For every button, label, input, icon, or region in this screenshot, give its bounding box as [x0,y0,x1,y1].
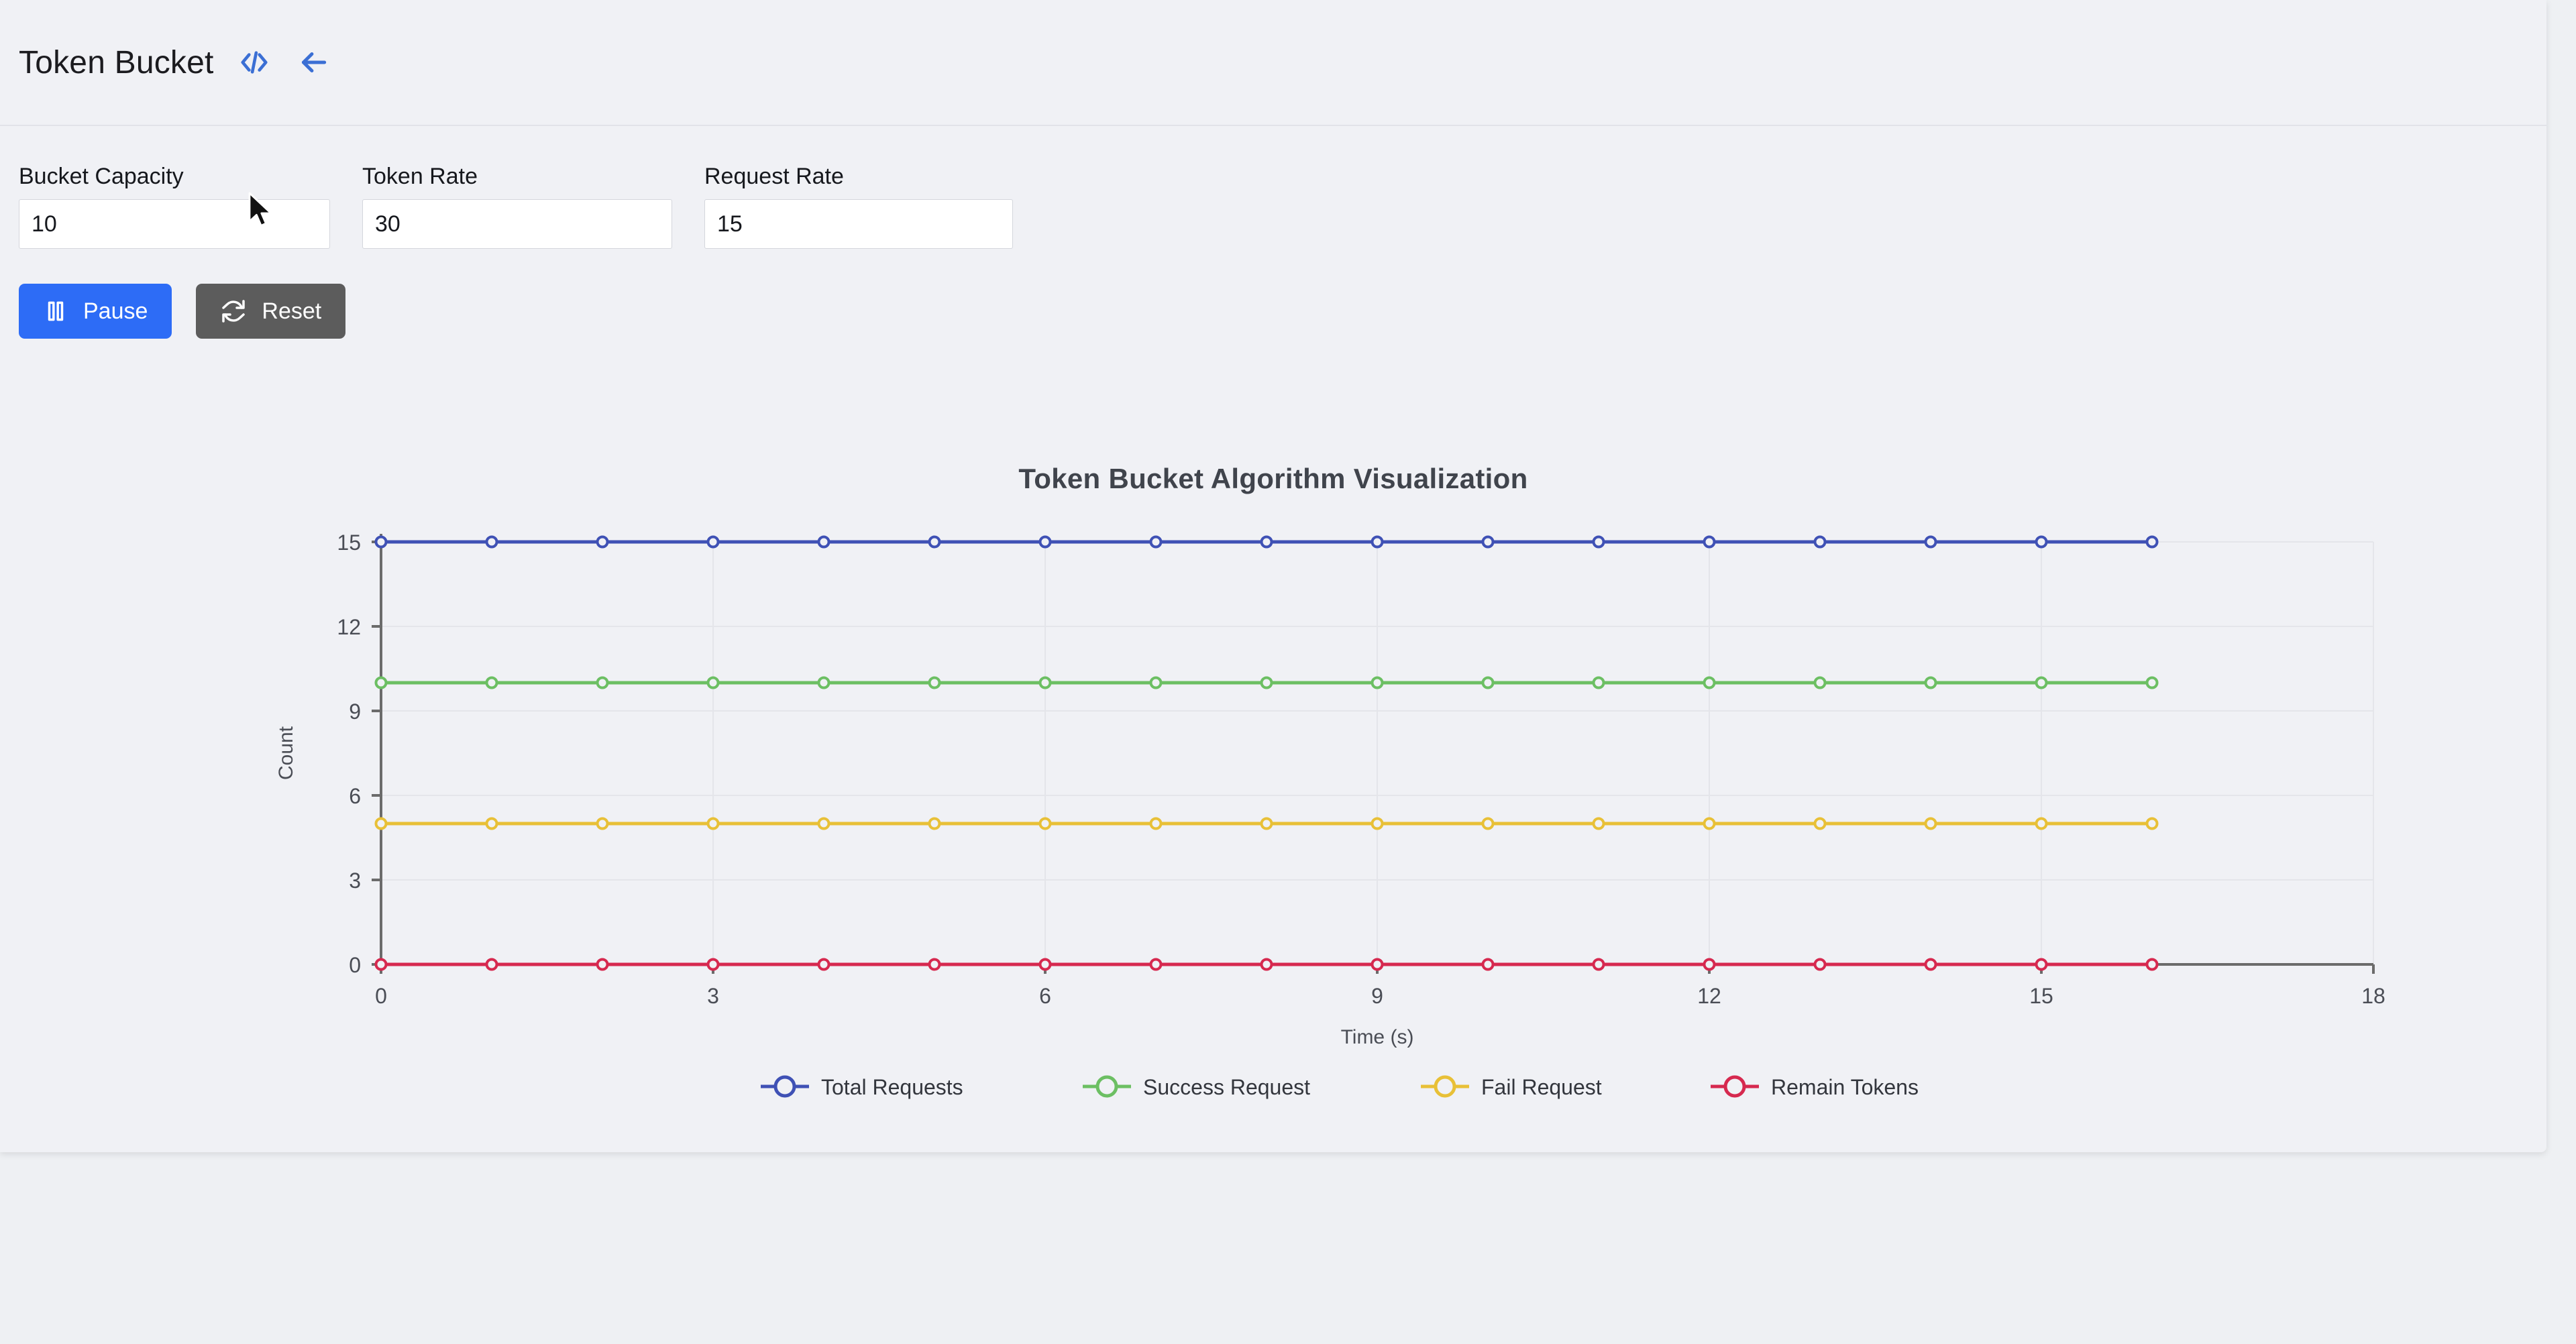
app-root: Token Bucket Bucket Capacity 10 Token Ra… [0,0,2576,1344]
svg-text:18: 18 [2361,984,2385,1008]
request-rate-label: Request Rate [704,164,844,189]
svg-text:0: 0 [375,984,387,1008]
svg-text:9: 9 [1371,984,1383,1008]
svg-text:12: 12 [337,615,361,639]
chart-title: Token Bucket Algorithm Visualization [1018,463,1528,494]
token-rate-input[interactable] [362,199,672,249]
controls-panel: Bucket Capacity Token Rate Request Rate [0,126,2546,339]
chart-container: Token Bucket Algorithm Visualization 0 3 6… [0,402,2546,1133]
svg-text:15: 15 [2029,984,2053,1008]
code-icon[interactable] [235,44,273,81]
svg-text:Time (s): Time (s) [1341,1026,1414,1048]
pause-icon [43,298,68,324]
svg-text:6: 6 [349,784,361,808]
parameter-fields: Bucket Capacity Token Rate Request Rate [0,126,2546,249]
request-rate-input[interactable] [704,199,1013,249]
svg-text:Count: Count [275,726,297,780]
svg-text:3: 3 [707,984,719,1008]
svg-text:12: 12 [1697,984,1721,1008]
svg-text:Total Requests: Total Requests [821,1075,963,1099]
svg-text:Fail Request: Fail Request [1481,1075,1602,1099]
pause-button-label: Pause [83,298,148,324]
page-title: Token Bucket [19,44,214,80]
page-header: Token Bucket [0,0,2546,126]
field-request-rate: Request Rate [704,164,1013,249]
back-arrow-icon[interactable] [294,44,332,81]
main-card: Token Bucket Bucket Capacity 10 Token Ra… [0,0,2546,1152]
bucket-capacity-label: Bucket Capacity [19,164,184,189]
token-bucket-line-chart: 0 3 6 9 12 15 0 3 6 9 12 15 18 Time (s) Count Total Req… [275,530,2385,1099]
bucket-capacity-input[interactable] [19,199,330,249]
svg-text:6: 6 [1039,984,1051,1008]
reset-button[interactable]: Reset [196,284,346,339]
token-rate-label: Token Rate [362,164,478,189]
svg-text:3: 3 [349,869,361,893]
svg-text:Success Request: Success Request [1143,1075,1310,1099]
svg-text:9: 9 [349,699,361,724]
refresh-icon [220,298,247,325]
field-token-rate: Token Rate [362,164,672,249]
svg-text:0: 0 [349,953,361,977]
pause-button[interactable]: Pause [19,284,172,339]
svg-text:15: 15 [337,530,361,555]
svg-text:Remain Tokens: Remain Tokens [1771,1075,1919,1099]
reset-button-label: Reset [262,298,322,324]
action-buttons: Pause Reset [0,249,2546,339]
field-bucket-capacity: Bucket Capacity [19,164,330,249]
